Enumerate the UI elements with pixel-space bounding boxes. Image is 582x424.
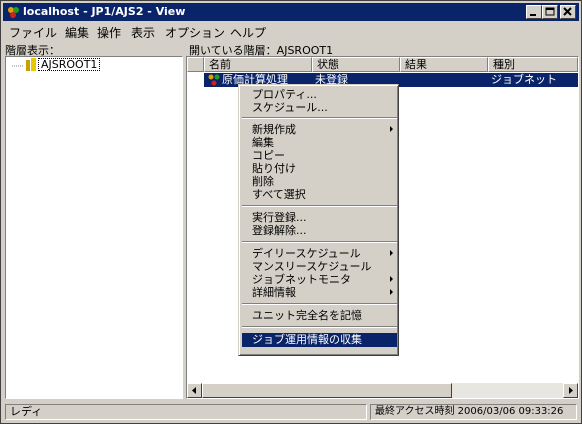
minimize-icon [530, 14, 536, 16]
column-header-type[interactable]: 種別 [488, 57, 578, 72]
menu-options[interactable]: オプション [165, 24, 225, 41]
column-header-name[interactable]: 名前 [204, 57, 312, 72]
menu-separator [242, 205, 397, 207]
menu-item-properties[interactable]: プロパティ... [242, 88, 397, 101]
menu-item-copy[interactable]: コピー [242, 149, 397, 162]
context-menu: プロパティ... スケジュール... 新規作成 編集 コピー 貼り付け 削除 す… [238, 84, 399, 356]
tree-view[interactable]: AJSROOT1 [5, 56, 183, 399]
cell-type: ジョブネット [491, 73, 557, 86]
maximize-button[interactable] [542, 5, 558, 19]
menu-item-unregister[interactable]: 登録解除... [242, 224, 397, 237]
menu-item-select-all[interactable]: すべて選択 [242, 188, 397, 201]
scroll-thumb[interactable] [202, 383, 452, 398]
menu-item-jobnet-monitor[interactable]: ジョブネットモニタ [242, 273, 397, 286]
menu-bar: ファイル 編集 操作 表示 オプション ヘルプ [3, 22, 579, 41]
close-icon [563, 7, 572, 16]
maximize-icon [545, 7, 555, 16]
menu-item-details[interactable]: 詳細情報 [242, 286, 397, 299]
submenu-arrow-icon [390, 250, 393, 256]
menu-item-delete[interactable]: 削除 [242, 175, 397, 188]
menu-item-register[interactable]: 実行登録... [242, 211, 397, 224]
menu-item-remember-unit-name[interactable]: ユニット完全名を記憶 [242, 309, 397, 322]
menu-separator [242, 241, 397, 243]
list-pane-header: 開いている階層：AJSROOT1 [189, 44, 334, 57]
menu-item-new[interactable]: 新規作成 [242, 123, 397, 136]
horizontal-scrollbar[interactable] [187, 383, 578, 398]
submenu-arrow-icon [390, 276, 393, 282]
column-header-blank [187, 57, 204, 72]
last-access-time: 最終アクセス時刻 2006/03/06 09:33:26 [370, 404, 577, 420]
jobnet-icon [208, 74, 220, 86]
menu-separator [242, 326, 397, 328]
tree-pane-header: 階層表示： [5, 44, 60, 57]
menu-file[interactable]: ファイル [9, 24, 57, 41]
menu-item-schedule[interactable]: スケジュール... [242, 101, 397, 114]
close-button[interactable] [560, 5, 576, 19]
app-icon [8, 7, 19, 18]
menu-operation[interactable]: 操作 [97, 24, 121, 41]
window-title: localhost - JP1/AJS2 - View [23, 5, 186, 18]
tree-item-root[interactable]: AJSROOT1 [38, 58, 101, 71]
status-text: レディ [5, 404, 367, 420]
menu-view[interactable]: 表示 [131, 24, 155, 41]
arrow-left-icon [192, 387, 196, 394]
status-bar: レディ 最終アクセス時刻 2006/03/06 09:33:26 [3, 403, 579, 421]
menu-separator [242, 303, 397, 305]
folder-icon [26, 58, 36, 71]
menu-item-paste[interactable]: 貼り付け [242, 162, 397, 175]
minimize-button[interactable] [526, 5, 542, 19]
submenu-arrow-icon [390, 289, 393, 295]
menu-edit[interactable]: 編集 [65, 24, 89, 41]
column-header-result[interactable]: 結果 [400, 57, 488, 72]
menu-item-monthly-schedule[interactable]: マンスリースケジュール [242, 260, 397, 273]
submenu-arrow-icon [390, 126, 393, 132]
menu-help[interactable]: ヘルプ [230, 24, 266, 41]
column-header-status[interactable]: 状態 [312, 57, 400, 72]
menu-item-collect-job-info[interactable]: ジョブ運用情報の収集 [242, 333, 397, 347]
menu-separator [242, 117, 397, 119]
scroll-right-button[interactable] [563, 383, 578, 398]
menu-item-daily-schedule[interactable]: デイリースケジュール [242, 247, 397, 260]
scroll-left-button[interactable] [187, 383, 202, 398]
menu-item-edit[interactable]: 編集 [242, 136, 397, 149]
arrow-right-icon [569, 387, 573, 394]
title-bar[interactable]: localhost - JP1/AJS2 - View [3, 3, 579, 21]
